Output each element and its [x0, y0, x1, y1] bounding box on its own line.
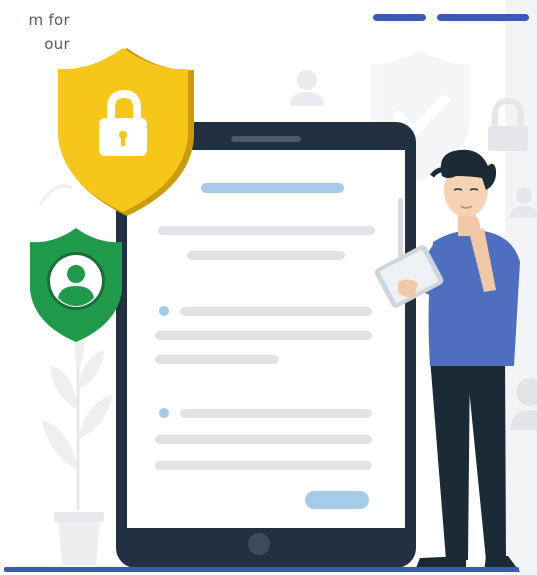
hero-illustration-section: m for our [0, 0, 537, 575]
lock-icon [488, 97, 528, 151]
user-shield-icon [30, 228, 122, 342]
security-illustration [30, 48, 537, 572]
person-icon-small [510, 188, 537, 218]
plant-decoration [42, 330, 112, 565]
person-icon [290, 70, 324, 106]
decorative-curve [38, 184, 73, 206]
bottom-divider [4, 567, 519, 572]
person-icon-large [510, 378, 537, 430]
